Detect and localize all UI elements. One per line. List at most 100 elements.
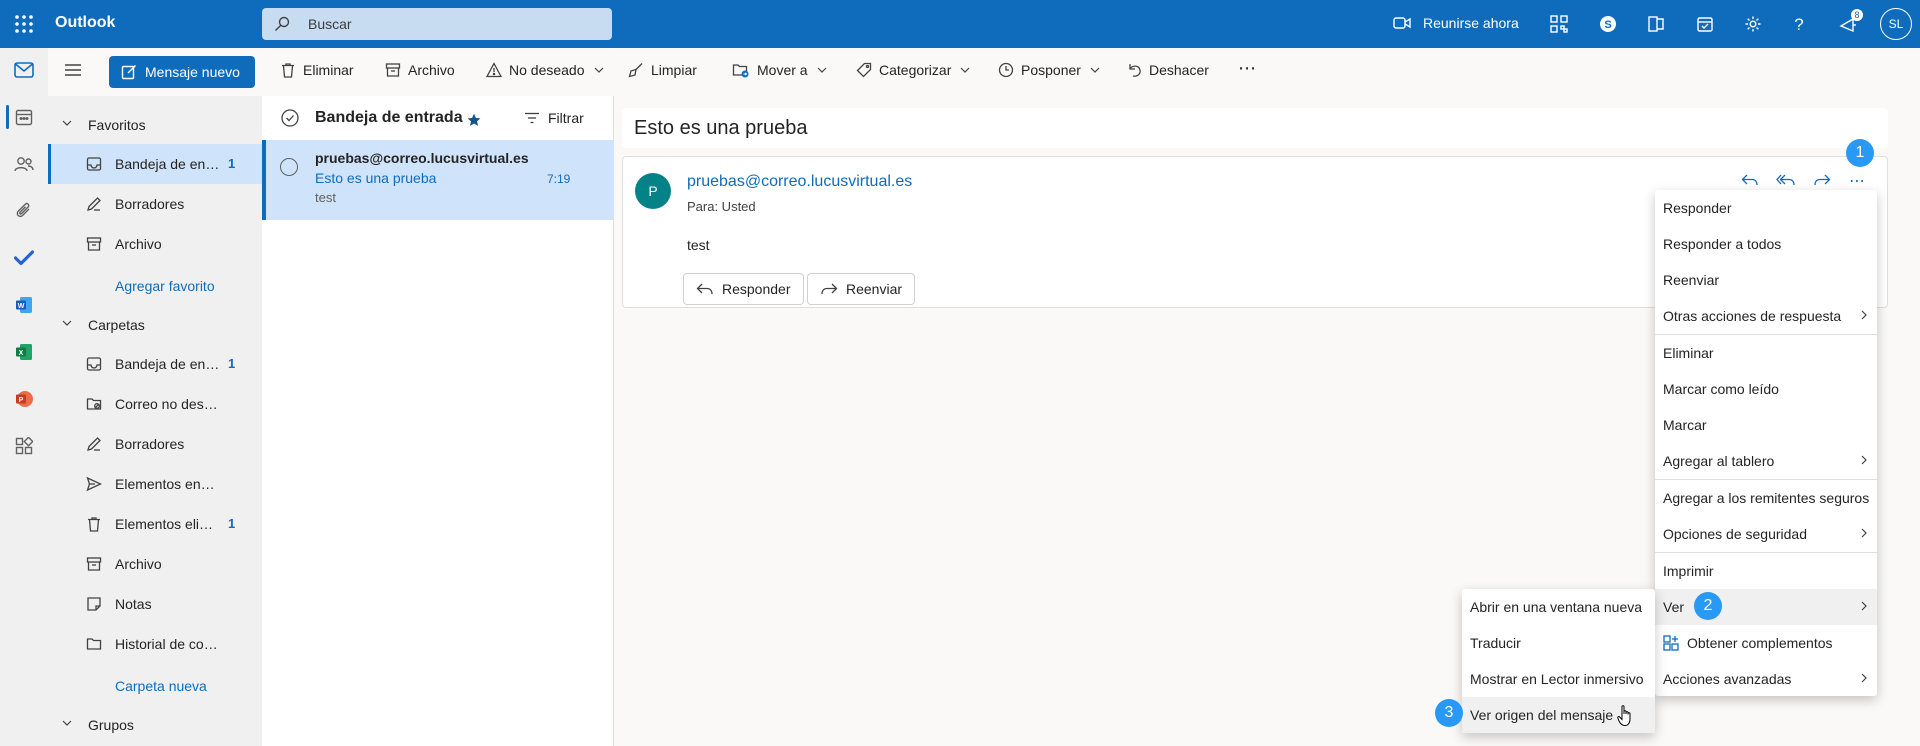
menu-reply[interactable]: Responder — [1655, 190, 1877, 226]
folder-conversation-history[interactable]: Historial de conversaciones — [48, 624, 262, 664]
more-commands-button[interactable]: ⋯ — [1238, 58, 1256, 79]
folder-archive[interactable]: Archivo — [48, 544, 262, 584]
skype-icon[interactable]: S — [1596, 12, 1620, 36]
menu-flag[interactable]: Marcar — [1655, 407, 1877, 443]
reply-button[interactable]: Responder — [683, 273, 804, 305]
archive-button[interactable]: Archivo — [385, 62, 455, 78]
submenu-translate-label: Traducir — [1470, 635, 1521, 651]
favorites-section-header[interactable]: Favoritos — [48, 110, 262, 140]
hamburger-menu-icon[interactable] — [64, 62, 82, 78]
folder-sent[interactable]: Elementos enviados — [48, 464, 262, 504]
favorite-archive[interactable]: Archivo — [48, 224, 262, 264]
menu-reply-all-label: Responder a todos — [1663, 236, 1782, 252]
menu-reply-all[interactable]: Responder a todos — [1655, 226, 1877, 262]
submenu-view-message-source-label: Ver origen del mensaje — [1470, 707, 1614, 723]
chevron-right-icon — [1861, 528, 1867, 538]
command-bar: Mensaje nuevo Eliminar Archivo No desead… — [48, 48, 1920, 96]
folder-deleted[interactable]: Elementos eliminados 1 — [48, 504, 262, 544]
svg-text:P: P — [19, 397, 24, 404]
word-icon[interactable]: W — [12, 293, 36, 317]
menu-mark-read[interactable]: Marcar como leído — [1655, 371, 1877, 407]
attachment-icon[interactable] — [12, 199, 36, 223]
favorite-inbox[interactable]: Bandeja de entrada 1 — [48, 144, 262, 184]
forward-button[interactable]: Reenviar — [807, 273, 916, 305]
my-day-icon[interactable] — [1693, 12, 1717, 36]
menu-security-options[interactable]: Opciones de seguridad — [1655, 516, 1877, 552]
junk-button[interactable]: No deseado — [486, 62, 604, 78]
submenu-open-new-window[interactable]: Abrir en una ventana nueva — [1462, 589, 1655, 625]
notification-count-badge: 8 — [1851, 9, 1863, 21]
notifications-icon[interactable]: 8 — [1836, 9, 1863, 36]
sweep-button[interactable]: Limpiar — [628, 62, 697, 78]
new-folder-link[interactable]: Carpeta nueva — [115, 678, 207, 694]
app-name[interactable]: Outlook — [55, 14, 115, 32]
submenu-translate[interactable]: Traducir — [1462, 625, 1655, 661]
message-list-header: Bandeja de entrada Filtrar — [262, 96, 614, 140]
snooze-button[interactable]: Posponer — [998, 62, 1100, 78]
menu-add-to-board[interactable]: Agregar al tablero — [1655, 443, 1877, 479]
select-message-radio[interactable] — [280, 158, 298, 176]
calendar-icon[interactable] — [12, 105, 36, 129]
favorite-archive-label: Archivo — [115, 236, 162, 252]
folder-deleted-label: Elementos eliminados — [115, 516, 220, 532]
message-list-item[interactable]: pruebas@correo.lucusvirtual.es Esto es u… — [262, 140, 614, 220]
menu-other-reply-actions[interactable]: Otras acciones de respuesta — [1655, 298, 1877, 334]
favorite-drafts[interactable]: Borradores — [48, 184, 262, 224]
filter-button[interactable]: Filtrar — [524, 110, 584, 126]
menu-delete-label: Eliminar — [1663, 345, 1714, 361]
sender-address[interactable]: pruebas@correo.lucusvirtual.es — [687, 173, 912, 191]
menu-delete[interactable]: Eliminar — [1655, 335, 1877, 371]
new-message-button[interactable]: Mensaje nuevo — [109, 56, 255, 88]
folders-section-header[interactable]: Carpetas — [48, 310, 262, 340]
reply-all-icon[interactable] — [1776, 173, 1796, 187]
reply-icon[interactable] — [1741, 173, 1759, 187]
account-avatar[interactable]: SL — [1880, 8, 1912, 40]
help-icon[interactable]: ? — [1787, 12, 1811, 36]
delete-button[interactable]: Eliminar — [280, 62, 354, 78]
menu-forward[interactable]: Reenviar — [1655, 262, 1877, 298]
undo-button[interactable]: Deshacer — [1126, 62, 1209, 78]
qr-code-icon[interactable] — [1547, 12, 1571, 36]
menu-advanced-actions[interactable]: Acciones avanzadas — [1655, 661, 1877, 697]
menu-get-addins[interactable]: Obtener complementos — [1655, 625, 1877, 661]
office-icon[interactable] — [1644, 12, 1668, 36]
menu-print[interactable]: Imprimir — [1655, 553, 1877, 589]
forward-icon[interactable] — [1813, 173, 1831, 187]
folder-inbox[interactable]: Bandeja de entrada 1 — [48, 344, 262, 384]
groups-header-label: Grupos — [88, 717, 134, 733]
rail-active-indicator — [6, 105, 9, 129]
menu-add-safe-senders[interactable]: Agregar a los remitentes seguros — [1655, 480, 1877, 516]
sender-avatar[interactable]: P — [635, 173, 671, 209]
folder-drafts[interactable]: Borradores — [48, 424, 262, 464]
more-actions-icon[interactable]: ⋯ — [1849, 171, 1865, 191]
settings-gear-icon[interactable] — [1741, 12, 1765, 36]
filter-icon — [524, 112, 540, 124]
svg-text:X: X — [19, 350, 24, 357]
select-all-checkbox[interactable] — [281, 109, 299, 127]
favorite-star-icon[interactable] — [467, 113, 481, 127]
folder-junk[interactable]: Correo no deseado — [48, 384, 262, 424]
folder-title: Bandeja de entrada — [315, 109, 463, 126]
clock-icon — [998, 62, 1014, 78]
submenu-open-new-window-label: Abrir en una ventana nueva — [1470, 599, 1643, 615]
meet-now-button[interactable]: Reunirse ahora — [1393, 15, 1519, 31]
svg-text:?: ? — [1794, 15, 1803, 33]
app-launcher-icon[interactable] — [12, 12, 36, 36]
mail-icon[interactable] — [12, 58, 36, 82]
menu-view[interactable]: Ver — [1655, 589, 1877, 625]
folder-icon — [86, 636, 102, 652]
search-input[interactable]: Buscar — [262, 8, 612, 40]
categorize-button[interactable]: Categorizar — [856, 62, 970, 78]
todo-check-icon[interactable] — [12, 246, 36, 270]
powerpoint-icon[interactable]: P — [12, 387, 36, 411]
delete-label: Eliminar — [303, 62, 354, 78]
submenu-immersive-reader[interactable]: Mostrar en Lector inmersivo — [1462, 661, 1655, 697]
excel-icon[interactable]: X — [12, 340, 36, 364]
move-to-button[interactable]: Mover a — [732, 62, 827, 78]
groups-section-header[interactable]: Grupos — [48, 710, 262, 740]
more-apps-icon[interactable] — [12, 434, 36, 458]
add-favorite-link[interactable]: Agregar favorito — [115, 278, 215, 294]
people-icon[interactable] — [12, 152, 36, 176]
folder-notes[interactable]: Notas — [48, 584, 262, 624]
trash-icon — [86, 516, 102, 532]
